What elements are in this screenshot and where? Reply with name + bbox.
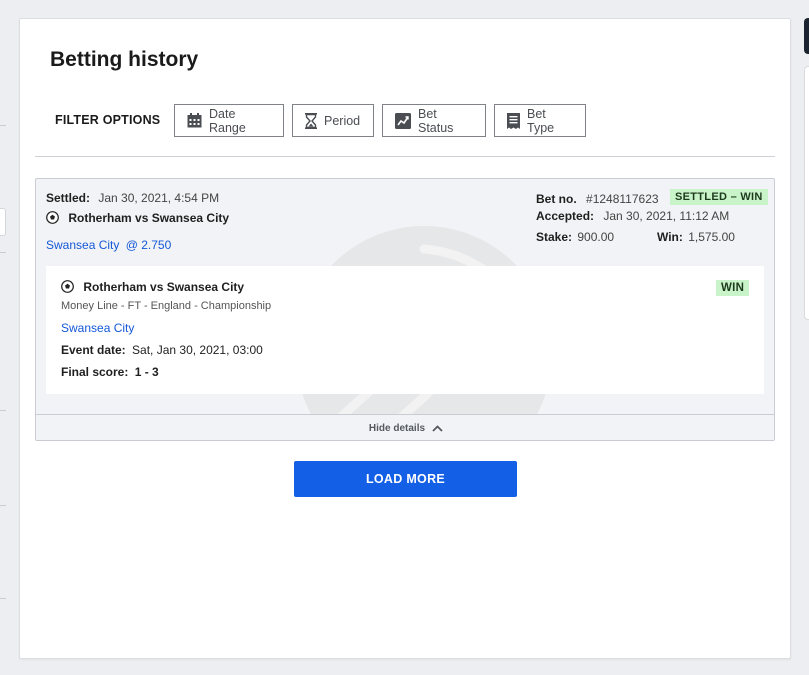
bet-type-filter-button[interactable]: Bet Type [494, 104, 586, 137]
hourglass-icon [305, 112, 317, 129]
divider [0, 598, 6, 599]
soccer-ball-icon [46, 211, 59, 224]
stake-label: Stake: [536, 230, 573, 244]
final-score-label: Final score: [61, 365, 129, 379]
date-range-label: Date Range [209, 106, 246, 135]
betting-history-card: Betting history FILTER OPTIONS Date Rang… [19, 18, 791, 659]
event-date-row: Event date: Sat, Jan 30, 2021, 03:00 [61, 343, 263, 357]
calendar-icon [187, 113, 202, 128]
stake-value: 900.00 [577, 230, 615, 244]
trend-chart-icon [395, 112, 411, 129]
selection-row: Swansea City @ 2.750 [46, 238, 171, 252]
detail-match-title: Rotherham vs Swansea City [61, 280, 244, 294]
win-label: Win: [657, 230, 683, 244]
detail-selection-label: Swansea City [61, 321, 135, 335]
divider [0, 410, 6, 411]
left-sidebar-edge [0, 0, 8, 675]
match-title: Rotherham vs Swansea City [46, 211, 229, 225]
accepted-label: Accepted: [536, 209, 595, 223]
bet-number-label: Bet no. [536, 192, 577, 206]
settled-label: Settled: [46, 191, 91, 205]
bet-card: Settled: Jan 30, 2021, 4:54 PM Rotherham… [35, 178, 775, 441]
final-score-row: Final score: 1 - 3 [61, 365, 159, 379]
detail-selection-link[interactable]: Swansea City [61, 321, 134, 335]
filter-options-label: FILTER OPTIONS [55, 113, 161, 127]
account-button[interactable] [804, 18, 809, 54]
bet-number-row: Bet no. #1248117623 [536, 192, 659, 206]
bet-details-panel: Rotherham vs Swansea City Money Line - F… [46, 266, 764, 394]
right-side-panel [804, 66, 809, 320]
match-name: Rotherham vs Swansea City [68, 211, 230, 225]
bet-type-label: Bet Type [527, 106, 555, 135]
bet-status-label: Bet Status [418, 106, 454, 135]
settled-row: Settled: Jan 30, 2021, 4:54 PM [46, 191, 219, 205]
hide-details-label: Hide details [368, 422, 426, 434]
receipt-icon [507, 112, 520, 129]
detail-match-name: Rotherham vs Swansea City [83, 280, 245, 294]
status-badge: SETTLED – WIN [670, 189, 768, 205]
period-label: Period [324, 113, 361, 128]
right-panel-edge [800, 0, 809, 675]
sidebar-collapse-handle[interactable] [0, 208, 6, 236]
accepted-row: Accepted: Jan 30, 2021, 11:12 AM [536, 209, 729, 223]
event-date-label: Event date: [61, 343, 126, 357]
chevron-up-icon [432, 424, 443, 432]
win-value: 1,575.00 [688, 230, 735, 244]
bet-status-filter-button[interactable]: Bet Status [382, 104, 486, 137]
selection-link[interactable]: Swansea City [46, 238, 119, 252]
settled-value: Jan 30, 2021, 4:54 PM [98, 191, 220, 205]
stake-row: Stake: 900.00 [536, 230, 614, 244]
load-more-button[interactable]: LOAD MORE [294, 461, 517, 497]
soccer-ball-icon [61, 280, 74, 293]
market-description: Money Line - FT - England - Championship [61, 300, 272, 312]
win-row: Win: 1,575.00 [657, 230, 735, 244]
date-range-filter-button[interactable]: Date Range [174, 104, 284, 137]
odds-value: @ 2.750 [125, 238, 172, 252]
period-filter-button[interactable]: Period [292, 104, 374, 137]
divider [0, 252, 6, 253]
accepted-value: Jan 30, 2021, 11:12 AM [603, 209, 730, 223]
bet-number-value: #1248117623 [586, 192, 659, 206]
divider [0, 125, 6, 126]
result-badge: WIN [716, 280, 750, 296]
page-title: Betting history [50, 48, 199, 71]
hide-details-toggle[interactable]: Hide details [36, 414, 774, 440]
divider [35, 156, 775, 157]
divider [0, 505, 6, 506]
event-date-value: Sat, Jan 30, 2021, 03:00 [132, 343, 263, 357]
final-score-value: 1 - 3 [134, 365, 159, 379]
